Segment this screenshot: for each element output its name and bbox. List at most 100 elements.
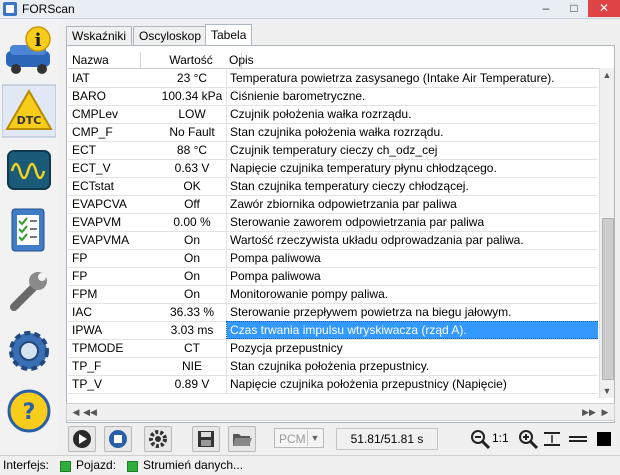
- scroll-fast-right-icon[interactable]: ▶▶: [582, 404, 596, 420]
- dtc-icon: DTC: [2, 84, 56, 138]
- row-name: EVAPCVA: [72, 197, 127, 211]
- row-description: Czujnik temperatury cieczy ch_odz_cej: [226, 141, 598, 159]
- sidebar-item-info[interactable]: i: [2, 23, 56, 79]
- row-description: Pompa paliwowa: [226, 267, 598, 285]
- help-icon: ?: [7, 389, 51, 433]
- header-description[interactable]: Opis: [224, 52, 609, 68]
- protocol-select[interactable]: PCM ▼: [274, 428, 324, 448]
- scroll-left-icon[interactable]: ◀: [69, 404, 83, 420]
- protocol-value: PCM: [279, 432, 306, 446]
- sidebar-item-dtc[interactable]: DTC: [2, 83, 56, 139]
- compress-icon: [544, 432, 560, 446]
- table-row[interactable]: EVAPCVA Off Zawór zbiornika odpowietrzania…: [68, 195, 598, 214]
- table-panel: Nazwa Wartość Opis IAT 23 °C Temperatura p…: [66, 45, 615, 423]
- sidebar-item-help[interactable]: ?: [2, 383, 56, 439]
- vertical-scrollbar[interactable]: ▲ ▼: [599, 68, 614, 398]
- table-row[interactable]: BARO 100.34 kPa Ciśnienie barometryczne.: [68, 87, 598, 106]
- row-name: ECT: [72, 143, 96, 157]
- tab-tabela[interactable]: Tabela: [205, 24, 253, 46]
- table-row[interactable]: TP_V 0.89 V Napięcie czujnika położenia pr…: [68, 375, 598, 394]
- table-row[interactable]: IAC 36.33 % Sterowanie przepływem powietrz…: [68, 303, 598, 322]
- settings-button[interactable]: [144, 426, 172, 452]
- black-square-icon: [597, 432, 611, 446]
- scroll-right-icon[interactable]: ▶: [598, 404, 612, 420]
- stop-icon: [109, 430, 127, 448]
- row-description: Napięcie czujnika temperatury płynu chło…: [226, 159, 598, 177]
- scroll-down-icon[interactable]: ▼: [601, 384, 613, 398]
- fill-view-button[interactable]: [590, 426, 618, 452]
- row-description: Temperatura powietrza zasysanego (Intake…: [226, 69, 598, 87]
- compress-view-button[interactable]: [538, 426, 566, 452]
- table-row[interactable]: ECT 88 °C Czujnik temperatury cieczy ch_od…: [68, 141, 598, 160]
- table-row[interactable]: FPM On Monitorowanie pompy paliwa.: [68, 285, 598, 304]
- row-name: IAC: [72, 305, 93, 319]
- minimize-button[interactable]: –: [532, 0, 560, 17]
- table-row[interactable]: TPMODE CT Pozycja przepustnicy: [68, 339, 598, 358]
- magnifier-minus-icon: [471, 430, 491, 450]
- row-description: Stan czujnika temperatury cieczy chłodzą…: [226, 177, 598, 195]
- row-description: Sterowanie zaworem odpowietrzania par pa…: [226, 213, 598, 231]
- row-name: TPMODE: [72, 341, 124, 355]
- table-row[interactable]: ECT_V 0.63 V Napięcie czujnika temperatury…: [68, 159, 598, 178]
- table-row[interactable]: EVAPVM 0.00 % Sterowanie zaworem odpowietr…: [68, 213, 598, 232]
- sidebar-item-checklist[interactable]: [2, 203, 56, 259]
- scroll-up-icon[interactable]: ▲: [601, 68, 613, 82]
- sidebar-item-configuration[interactable]: [2, 323, 56, 379]
- table-row[interactable]: FP On Pompa paliwowa: [68, 267, 598, 286]
- row-name: ECTstat: [72, 179, 115, 193]
- horizontal-scrollbar[interactable]: ◀ ◀◀ ▶▶ ▶: [66, 403, 615, 421]
- table-row[interactable]: ECTstat OK Stan czujnika temperatury ciecz…: [68, 177, 598, 196]
- svg-text:DTC: DTC: [17, 114, 42, 127]
- row-name: FPM: [72, 287, 98, 301]
- table-row[interactable]: FP On Pompa paliwowa: [68, 249, 598, 268]
- play-button[interactable]: [68, 426, 96, 452]
- oscilloscope-icon: [7, 150, 51, 190]
- interface-status-indicator: [60, 461, 71, 472]
- scroll-thumb[interactable]: [602, 218, 614, 380]
- table-row[interactable]: CMP_F No Fault Stan czujnika położenia wał…: [68, 123, 598, 142]
- table-row[interactable]: TP_F NIE Stan czujnika położenia przepustn…: [68, 357, 598, 376]
- row-name: FP: [72, 269, 88, 283]
- table-row[interactable]: EVAPVMA On Wartość rzeczywista układu odpr…: [68, 231, 598, 250]
- wrench-icon: [10, 272, 47, 311]
- row-name: BARO: [72, 89, 107, 103]
- open-button[interactable]: [228, 426, 256, 452]
- title-bar: FORScan – □ ✕: [0, 0, 620, 19]
- close-button[interactable]: ✕: [588, 0, 620, 17]
- checklist-icon: [11, 208, 45, 252]
- row-description: Czas trwania impulsu wtryskiwacza (rząd …: [226, 321, 598, 339]
- row-name: EVAPVMA: [72, 233, 130, 247]
- header-name[interactable]: Nazwa: [68, 52, 141, 68]
- tab-wskazniki[interactable]: Wskaźniki: [66, 26, 133, 45]
- sidebar-item-oscilloscope[interactable]: [2, 143, 56, 199]
- row-description: Pozycja przepustnicy: [226, 339, 598, 357]
- scroll-fast-left-icon[interactable]: ◀◀: [83, 404, 97, 420]
- table-row[interactable]: IAT 23 °C Temperatura powietrza zasysanego…: [68, 69, 598, 88]
- row-description: Sterowanie przepływem powietrza na biegu…: [226, 303, 598, 321]
- save-button[interactable]: [192, 426, 220, 452]
- zoom-out-button[interactable]: [466, 426, 494, 452]
- table-row[interactable]: IPWA 3.03 ms Czas trwania impulsu wtryskiw…: [68, 321, 598, 340]
- stop-button[interactable]: [104, 426, 132, 452]
- row-name: CMP_F: [72, 125, 113, 139]
- chevron-down-icon: ▼: [307, 430, 322, 446]
- row-name: IAT: [72, 71, 90, 85]
- bottom-toolbar: PCM ▼ 51.81/51.81 s 1:1: [60, 422, 618, 452]
- table-header: Nazwa Wartość Opis: [68, 52, 613, 69]
- stream-status: Strumień danych...: [143, 458, 244, 472]
- info-icon: i: [6, 26, 51, 74]
- row-name: TP_V: [72, 377, 103, 391]
- sidebar-item-service[interactable]: [2, 263, 56, 319]
- interface-label: Interfejs:: [3, 458, 50, 472]
- magnifier-plus-icon: [519, 430, 539, 450]
- line-view-button[interactable]: [564, 426, 592, 452]
- gear-icon: [149, 430, 167, 448]
- row-description: Ciśnienie barometryczne.: [226, 87, 598, 105]
- row-description: Wartość rzeczywista układu odprowadzania…: [226, 231, 598, 249]
- tab-oscyloskop[interactable]: Oscyloskop: [133, 26, 208, 45]
- maximize-button[interactable]: □: [560, 0, 588, 17]
- zoom-ratio[interactable]: 1:1: [492, 429, 509, 447]
- svg-text:i: i: [35, 30, 42, 51]
- table-row[interactable]: CMPLev LOW Czujnik położenia wałka rozrząd…: [68, 105, 598, 124]
- row-name: TP_F: [72, 359, 102, 373]
